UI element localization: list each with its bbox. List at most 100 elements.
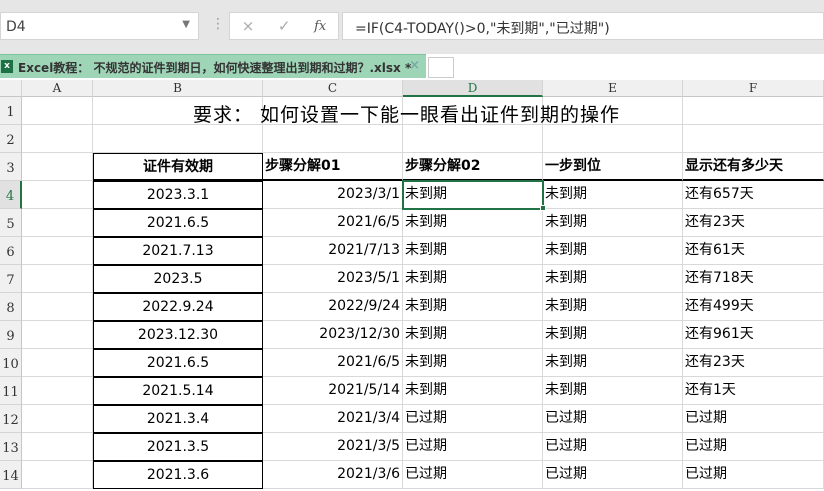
row-header-6[interactable]: 6 — [0, 237, 22, 265]
table-cell[interactable]: 还有61天 — [683, 237, 824, 265]
header-cell[interactable]: 步骤分解01 — [263, 153, 403, 181]
row-header-2[interactable]: 2 — [0, 125, 22, 153]
table-cell[interactable]: 未到期 — [403, 237, 543, 265]
cell[interactable] — [683, 125, 824, 153]
table-cell[interactable]: 还有657天 — [683, 181, 824, 209]
chevron-down-icon[interactable]: ▼ — [182, 19, 190, 30]
cell[interactable] — [683, 97, 824, 125]
drag-handle-icon[interactable]: ⋮ — [211, 16, 225, 32]
column-header-A[interactable]: A — [22, 80, 93, 97]
table-cell[interactable]: 已过期 — [403, 433, 543, 461]
column-header-C[interactable]: C — [263, 80, 403, 97]
table-cell[interactable]: 2021/6/5 — [263, 349, 403, 377]
table-cell[interactable]: 2021/7/13 — [263, 237, 403, 265]
close-icon[interactable]: × — [409, 58, 420, 73]
table-cell[interactable]: 已过期 — [403, 461, 543, 489]
table-cell[interactable]: 2021.5.14 — [93, 377, 263, 405]
cell[interactable] — [22, 461, 93, 489]
table-cell[interactable]: 2021.3.5 — [93, 433, 263, 461]
table-cell[interactable]: 2021.3.6 — [93, 461, 263, 489]
formula-input[interactable]: =IF(C4-TODAY()>0,"未到期","已过期") — [342, 12, 824, 40]
row-header-10[interactable]: 10 — [0, 349, 22, 377]
table-cell[interactable]: 2021/3/6 — [263, 461, 403, 489]
cell[interactable] — [22, 97, 93, 125]
row-header-14[interactable]: 14 — [0, 461, 22, 489]
cell[interactable] — [22, 433, 93, 461]
table-cell[interactable]: 2021.3.4 — [93, 405, 263, 433]
row-header-7[interactable]: 7 — [0, 265, 22, 293]
table-cell[interactable]: 未到期 — [403, 321, 543, 349]
cell[interactable] — [263, 125, 403, 153]
column-header-B[interactable]: B — [93, 80, 263, 97]
table-cell[interactable]: 2021/6/5 — [263, 209, 403, 237]
fill-handle[interactable] — [540, 205, 546, 211]
select-all-corner[interactable] — [0, 80, 22, 97]
cell[interactable] — [22, 293, 93, 321]
table-cell[interactable]: 还有499天 — [683, 293, 824, 321]
table-cell[interactable]: 未到期 — [543, 265, 683, 293]
table-cell[interactable]: 未到期 — [403, 377, 543, 405]
table-cell[interactable]: 2021/5/14 — [263, 377, 403, 405]
row-header-5[interactable]: 5 — [0, 209, 22, 237]
new-tab-button[interactable] — [428, 57, 454, 78]
header-cell[interactable]: 步骤分解02 — [403, 153, 543, 181]
table-cell[interactable]: 2021/3/4 — [263, 405, 403, 433]
cell[interactable] — [22, 321, 93, 349]
table-cell[interactable]: 已过期 — [543, 461, 683, 489]
cell[interactable] — [22, 181, 93, 209]
table-cell[interactable]: 未到期 — [543, 293, 683, 321]
cell[interactable] — [22, 405, 93, 433]
table-cell[interactable]: 2022.9.24 — [93, 293, 263, 321]
cancel-icon[interactable]: × — [242, 17, 255, 35]
table-cell[interactable]: 2023.5 — [93, 265, 263, 293]
table-cell[interactable]: 还有23天 — [683, 349, 824, 377]
cell[interactable] — [22, 237, 93, 265]
table-cell[interactable]: 已过期 — [683, 405, 824, 433]
table-cell[interactable]: 还有1天 — [683, 377, 824, 405]
table-cell[interactable]: 未到期 — [403, 209, 543, 237]
table-cell[interactable]: 2023.3.1 — [93, 181, 263, 209]
table-cell[interactable]: 未到期 — [543, 321, 683, 349]
cell[interactable] — [22, 349, 93, 377]
table-cell[interactable]: 已过期 — [543, 433, 683, 461]
header-cell[interactable]: 证件有效期 — [93, 153, 263, 181]
enter-icon[interactable]: ✓ — [278, 17, 291, 35]
cell[interactable] — [403, 125, 543, 153]
cell[interactable] — [22, 153, 93, 181]
table-cell[interactable]: 还有23天 — [683, 209, 824, 237]
table-cell[interactable]: 未到期 — [543, 181, 683, 209]
table-cell[interactable]: 未到期 — [403, 265, 543, 293]
name-box[interactable]: D4 ▼ — [0, 12, 199, 40]
table-cell[interactable]: 还有718天 — [683, 265, 824, 293]
table-cell[interactable]: 已过期 — [683, 433, 824, 461]
table-cell[interactable]: 2021.6.5 — [93, 349, 263, 377]
table-cell[interactable]: 2023/5/1 — [263, 265, 403, 293]
row-header-1[interactable]: 1 — [0, 97, 22, 125]
insert-function-icon[interactable]: fx — [314, 19, 326, 34]
row-header-9[interactable]: 9 — [0, 321, 22, 349]
row-header-3[interactable]: 3 — [0, 153, 22, 181]
table-cell[interactable]: 2021.7.13 — [93, 237, 263, 265]
table-cell[interactable]: 未到期 — [543, 209, 683, 237]
cell[interactable] — [22, 265, 93, 293]
table-cell[interactable]: 2023/12/30 — [263, 321, 403, 349]
table-cell[interactable]: 未到期 — [543, 377, 683, 405]
column-header-D[interactable]: D — [403, 80, 543, 97]
row-header-12[interactable]: 12 — [0, 405, 22, 433]
column-header-E[interactable]: E — [543, 80, 683, 97]
workbook-tab[interactable]: x Excel教程： 不规范的证件到期日，如何快速整理出到期和过期？.xlsx *… — [0, 54, 426, 78]
table-cell[interactable]: 未到期 — [543, 349, 683, 377]
table-cell[interactable]: 未到期 — [543, 237, 683, 265]
cell[interactable] — [93, 125, 263, 153]
table-cell[interactable]: 2021.6.5 — [93, 209, 263, 237]
cell[interactable] — [22, 209, 93, 237]
header-cell[interactable]: 显示还有多少天 — [683, 153, 824, 181]
row-header-13[interactable]: 13 — [0, 433, 22, 461]
table-cell[interactable]: 未到期 — [403, 349, 543, 377]
table-cell[interactable]: 已过期 — [543, 405, 683, 433]
column-header-F[interactable]: F — [683, 80, 824, 97]
table-cell[interactable]: 2022/9/24 — [263, 293, 403, 321]
table-cell[interactable]: 还有961天 — [683, 321, 824, 349]
cell[interactable] — [22, 377, 93, 405]
table-cell[interactable]: 2023/3/1 — [263, 181, 403, 209]
